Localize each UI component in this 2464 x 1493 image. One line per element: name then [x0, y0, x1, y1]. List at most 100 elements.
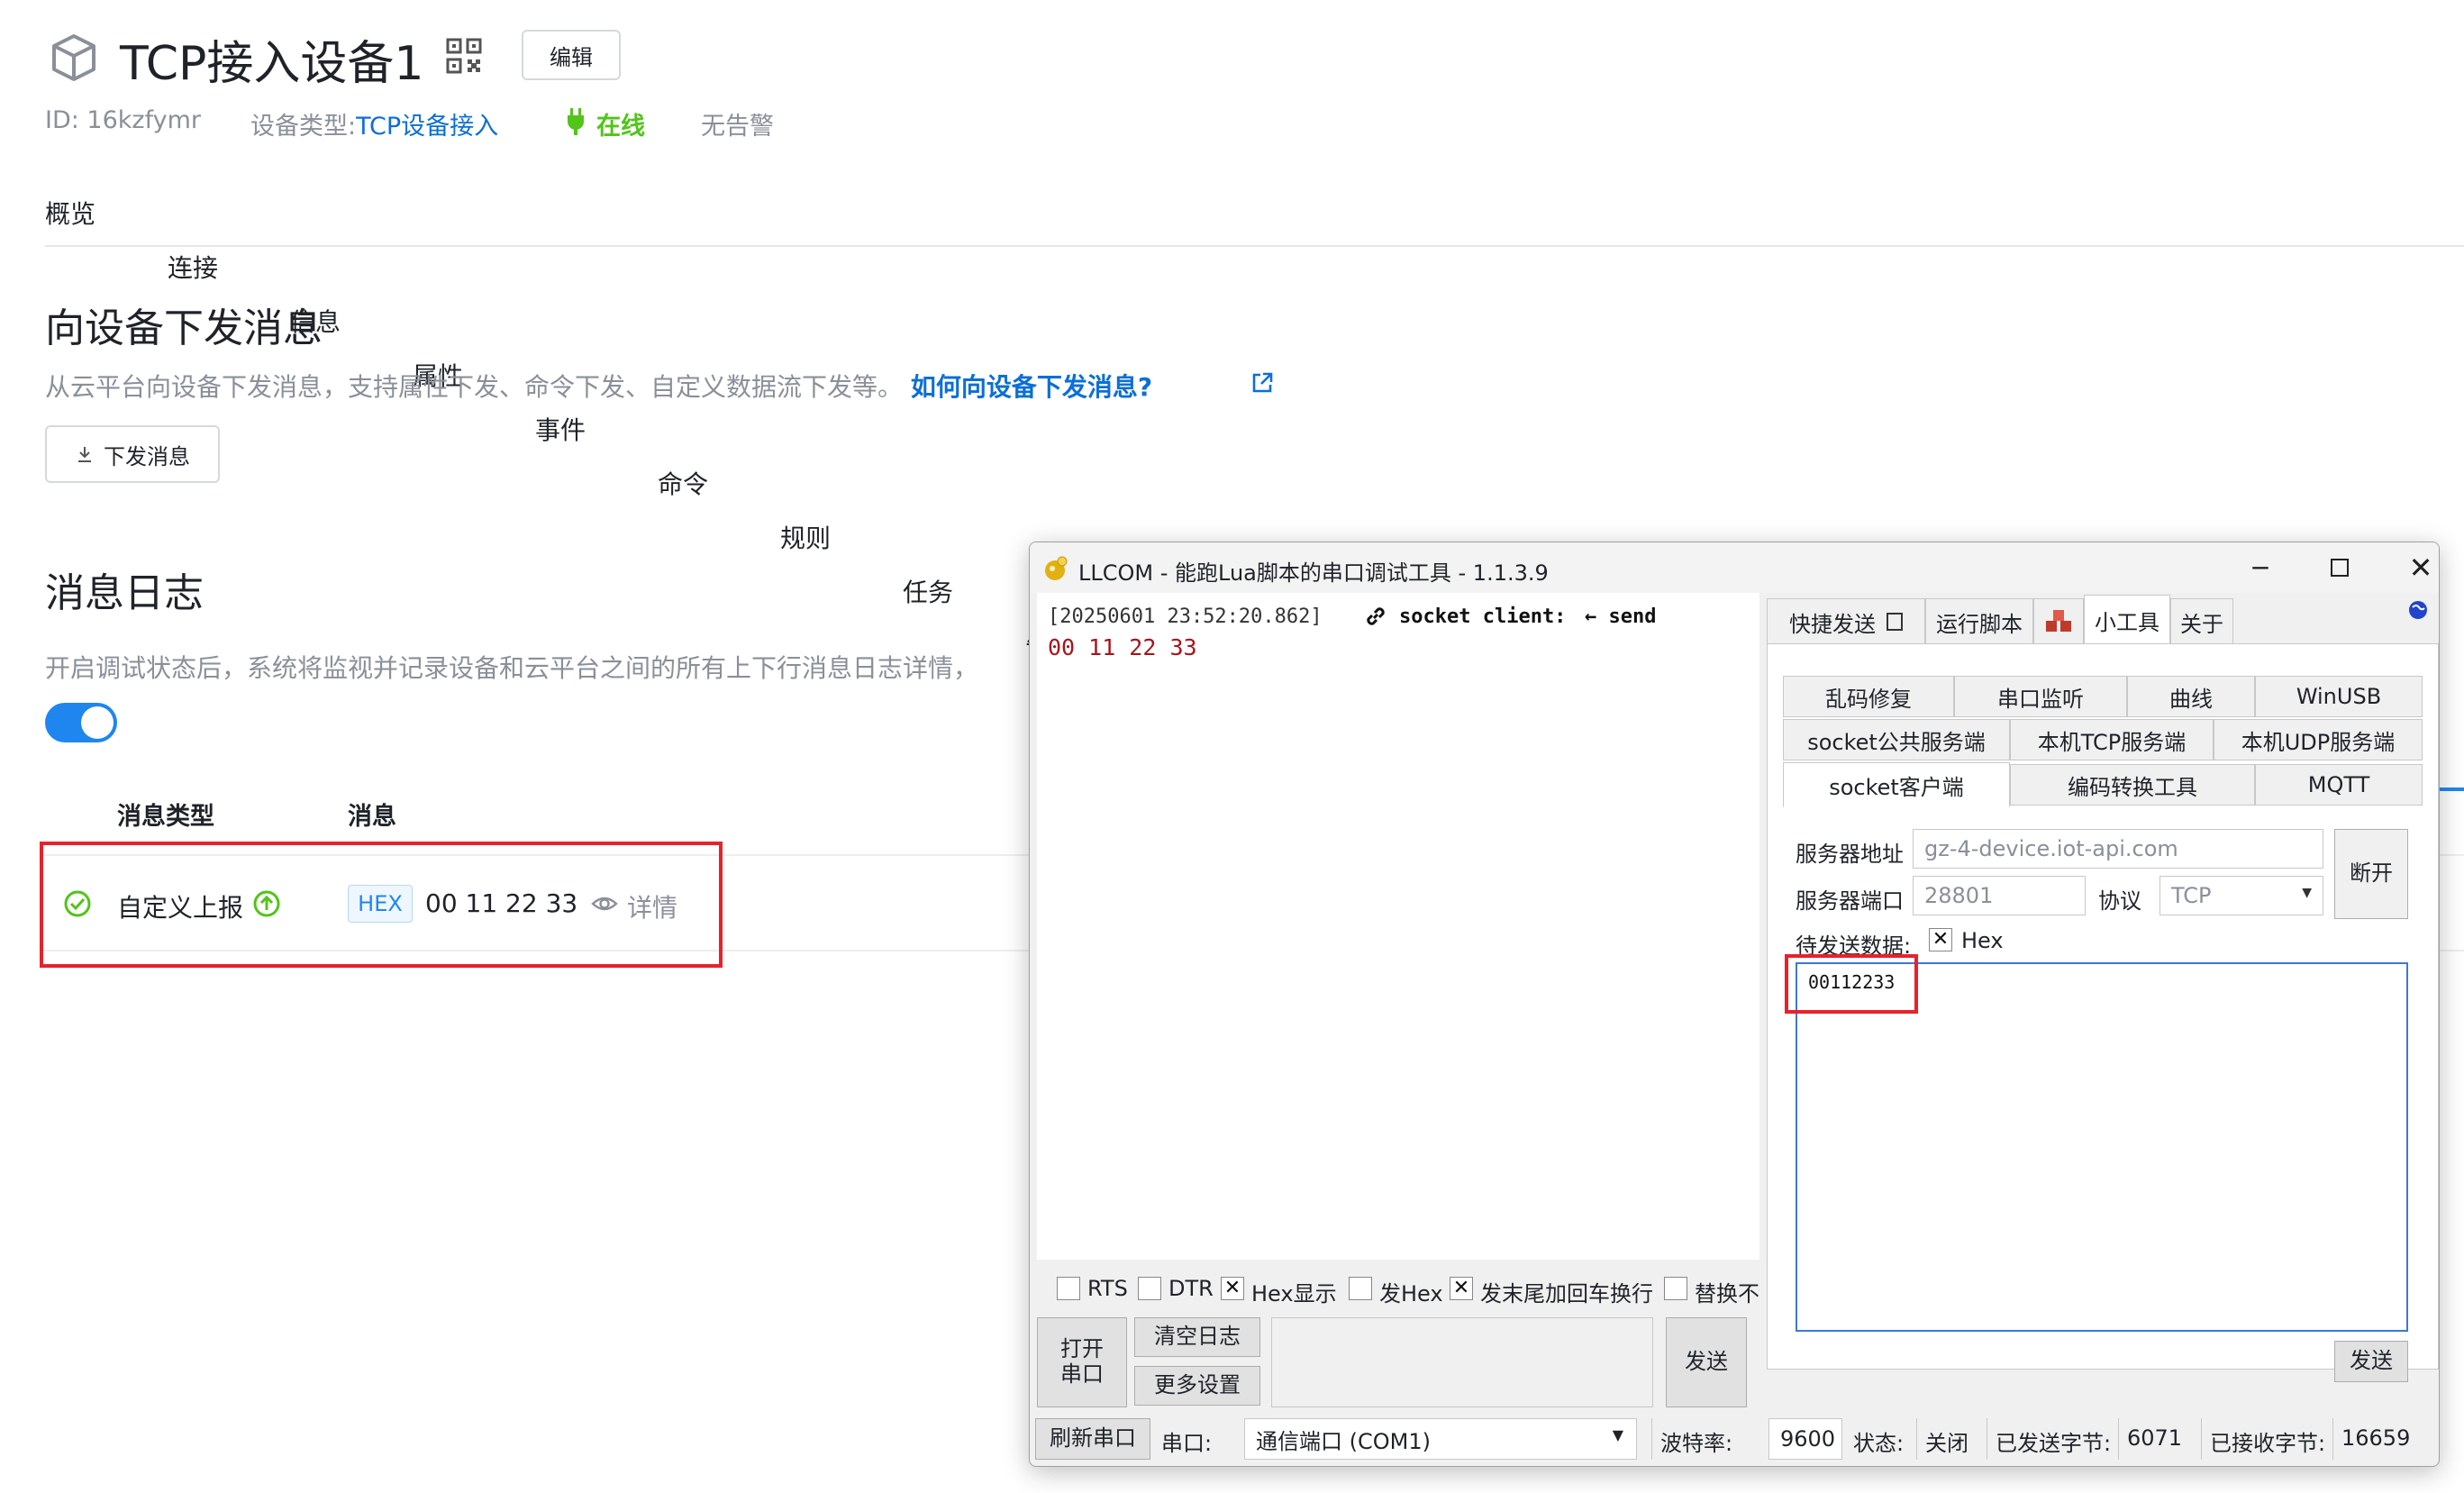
device-id: ID: 16kzfymr [45, 106, 202, 134]
llcom-title: LLCOM - 能跑Lua脚本的串口调试工具 - 1.1.3.9 [1078, 560, 1549, 586]
maximize-icon[interactable] [2314, 548, 2365, 587]
tool-tab-mqtt[interactable]: MQTT [2255, 764, 2423, 806]
tab-quick-send-label: 快捷发送 [1789, 611, 1876, 637]
note-icon [1887, 613, 1903, 631]
replace-label: 替换不 [1695, 1281, 1759, 1306]
pending-data-textarea[interactable]: 00112233 [1796, 962, 2408, 1332]
tab-quick-send[interactable]: 快捷发送 [1767, 598, 1925, 645]
panel-send-button[interactable]: 发送 [2334, 1341, 2408, 1382]
open-port-button[interactable]: 打开 串口 [1037, 1317, 1127, 1407]
log-data: 00 11 22 33 [1048, 634, 1197, 660]
send-section-title: 向设备下发消息 [45, 305, 323, 351]
qr-code-icon[interactable] [446, 38, 482, 74]
server-port-label: 服务器端口 [1796, 888, 1904, 914]
port-select-value: 通信端口 (COM1) [1256, 1428, 1431, 1454]
refresh-port-button[interactable]: 刷新串口 [1035, 1418, 1150, 1460]
port-select[interactable]: 通信端口 (COM1) ▼ [1244, 1418, 1637, 1460]
log-direction: ← send [1585, 605, 1657, 628]
hex-label: Hex [1961, 928, 2004, 953]
send-button[interactable]: 发送 [1666, 1317, 1747, 1407]
link-icon [1367, 607, 1385, 625]
external-link-icon[interactable] [1250, 371, 1274, 395]
tool-tab-garble-fix[interactable]: 乱码修复 [1783, 676, 1954, 717]
llcom-window: LLCOM - 能跑Lua脚本的串口调试工具 - 1.1.3.9 ─ ✕ [20… [1029, 542, 2440, 1467]
column-message: 消息 [348, 803, 396, 831]
status-separator [2118, 1418, 2119, 1460]
send-help-link[interactable]: 如何向设备下发消息? [911, 372, 1152, 402]
status-separator [2201, 1418, 2202, 1460]
highlight-message-row [40, 842, 723, 968]
send-message-label: 下发消息 [104, 443, 190, 469]
recv-bytes-label: 已接收字节: [2210, 1431, 2326, 1456]
online-status: 在线 [596, 113, 645, 141]
send-section-desc: 从云平台向设备下发消息，支持属性下发、命令下发、自定义数据流下发等。 如何向设备… [45, 368, 1152, 404]
append-crlf-checkbox[interactable]: ✕ [1450, 1277, 1473, 1300]
dtr-checkbox[interactable] [1138, 1277, 1161, 1300]
plug-icon [568, 108, 584, 135]
tool-tab-udp-server[interactable]: 本机UDP服务端 [2214, 719, 2423, 760]
tool-tab-winusb[interactable]: WinUSB [2255, 676, 2423, 717]
close-icon[interactable]: ✕ [2396, 548, 2439, 587]
cubes-icon [2046, 610, 2071, 632]
device-type: 设备类型:TCP设备接入 [250, 106, 498, 141]
chevron-down-icon: ▼ [1612, 1426, 1623, 1443]
column-message-type: 消息类型 [117, 803, 214, 831]
more-settings-button[interactable]: 更多设置 [1134, 1366, 1260, 1406]
device-cube-icon [52, 34, 95, 81]
quick-send-input[interactable] [1271, 1317, 1653, 1407]
device-type-link[interactable]: TCP设备接入 [356, 113, 498, 141]
tool-tab-socket-client[interactable]: socket客户端 [1783, 762, 2010, 807]
tab-connection[interactable]: 连接 [168, 249, 2464, 303]
llcom-app-icon [1045, 556, 1068, 580]
state-label: 状态: [1853, 1431, 1905, 1456]
edit-button[interactable]: 编辑 [522, 30, 621, 80]
append-crlf-label: 发末尾加回车换行 [1480, 1281, 1653, 1306]
server-address-input[interactable]: gz-4-device.iot-api.com [1913, 829, 2323, 869]
replace-checkbox[interactable] [1664, 1277, 1687, 1300]
tab-divider [45, 245, 2464, 247]
hex-display-checkbox[interactable]: ✕ [1221, 1277, 1244, 1300]
log-section-title: 消息日志 [45, 570, 204, 616]
globe-icon[interactable] [2408, 600, 2428, 620]
server-address-label: 服务器地址 [1796, 842, 1904, 867]
tab-tools[interactable]: 小工具 [2084, 595, 2170, 645]
port-label: 串口: [1161, 1431, 1213, 1456]
tab-commands[interactable]: 命令 [658, 465, 2464, 519]
hex-display-label: Hex显示 [1251, 1281, 1337, 1306]
tab-overview[interactable]: 概览 [45, 195, 2464, 249]
dtr-label: DTR [1168, 1276, 1214, 1301]
sent-bytes-label: 已发送字节: [1996, 1431, 2112, 1456]
send-hex-checkbox[interactable] [1349, 1277, 1372, 1300]
tool-tab-curve[interactable]: 曲线 [2127, 676, 2255, 717]
state-value: 关闭 [1925, 1431, 1968, 1456]
tab-about[interactable]: 关于 [2170, 598, 2233, 645]
tool-tab-encoding[interactable]: 编码转换工具 [2010, 764, 2255, 806]
toggle-knob [81, 706, 114, 739]
protocol-select-value: TCP [2171, 883, 2212, 908]
minimize-icon[interactable]: ─ [2235, 548, 2286, 587]
chevron-down-icon: ▼ [2302, 886, 2312, 900]
debug-toggle[interactable] [45, 703, 117, 742]
sent-bytes-value: 6071 [2127, 1425, 2183, 1451]
alarm-status: 无告警 [701, 113, 774, 141]
tab-lua[interactable] [2033, 598, 2084, 645]
send-message-button[interactable]: 下发消息 [45, 425, 220, 483]
tool-tab-port-monitor[interactable]: 串口监听 [1954, 676, 2127, 717]
hex-checkbox[interactable]: ✕ [1929, 928, 1952, 951]
rts-checkbox[interactable] [1057, 1277, 1080, 1300]
device-type-label: 设备类型: [250, 113, 357, 141]
server-port-input[interactable]: 28801 [1913, 876, 2086, 915]
tool-tab-tcp-server[interactable]: 本机TCP服务端 [2010, 719, 2214, 760]
tool-tab-socket-server[interactable]: socket公共服务端 [1783, 719, 2010, 760]
recv-bytes-value: 16659 [2341, 1425, 2411, 1451]
baud-input[interactable]: 9600 [1768, 1418, 1842, 1460]
tab-events[interactable]: 事件 [535, 411, 2464, 465]
llcom-log-area[interactable]: [20250601 23:52:20.862] socket client: ←… [1037, 593, 1759, 1260]
clear-log-button[interactable]: 清空日志 [1134, 1317, 1260, 1357]
tab-info[interactable]: 信息 [290, 303, 2464, 357]
rts-label: RTS [1087, 1276, 1128, 1301]
disconnect-button[interactable]: 断开 [2334, 829, 2408, 919]
tab-run-script[interactable]: 运行脚本 [1925, 598, 2033, 645]
log-timestamp: [20250601 23:52:20.862] [1048, 605, 1323, 628]
protocol-select[interactable]: TCP ▼ [2159, 876, 2323, 915]
